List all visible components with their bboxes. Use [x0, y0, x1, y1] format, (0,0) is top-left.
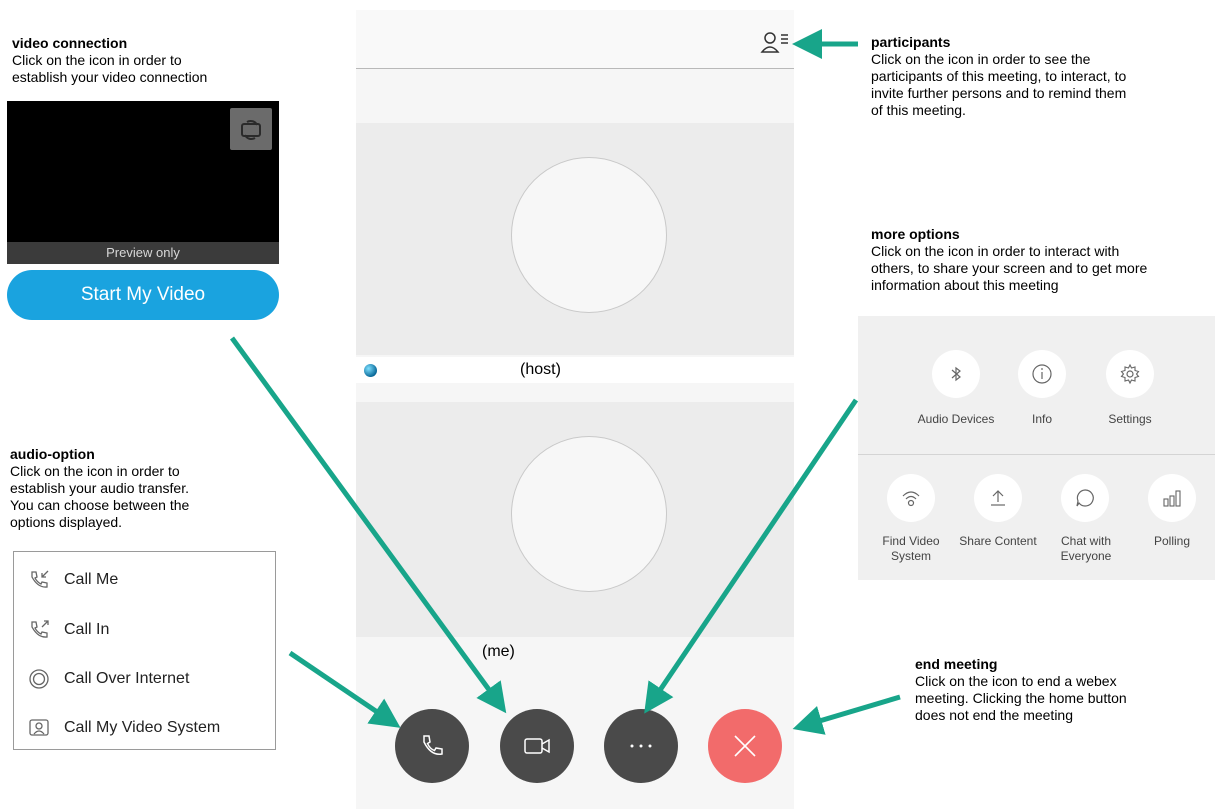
annotation-arrows: [229, 29, 901, 735]
arrow-to-end-button: [792, 694, 901, 735]
arrow-to-more-button: [644, 398, 859, 714]
arrow-to-video-button: [229, 336, 507, 714]
arrow-to-audio-button: [288, 650, 401, 728]
